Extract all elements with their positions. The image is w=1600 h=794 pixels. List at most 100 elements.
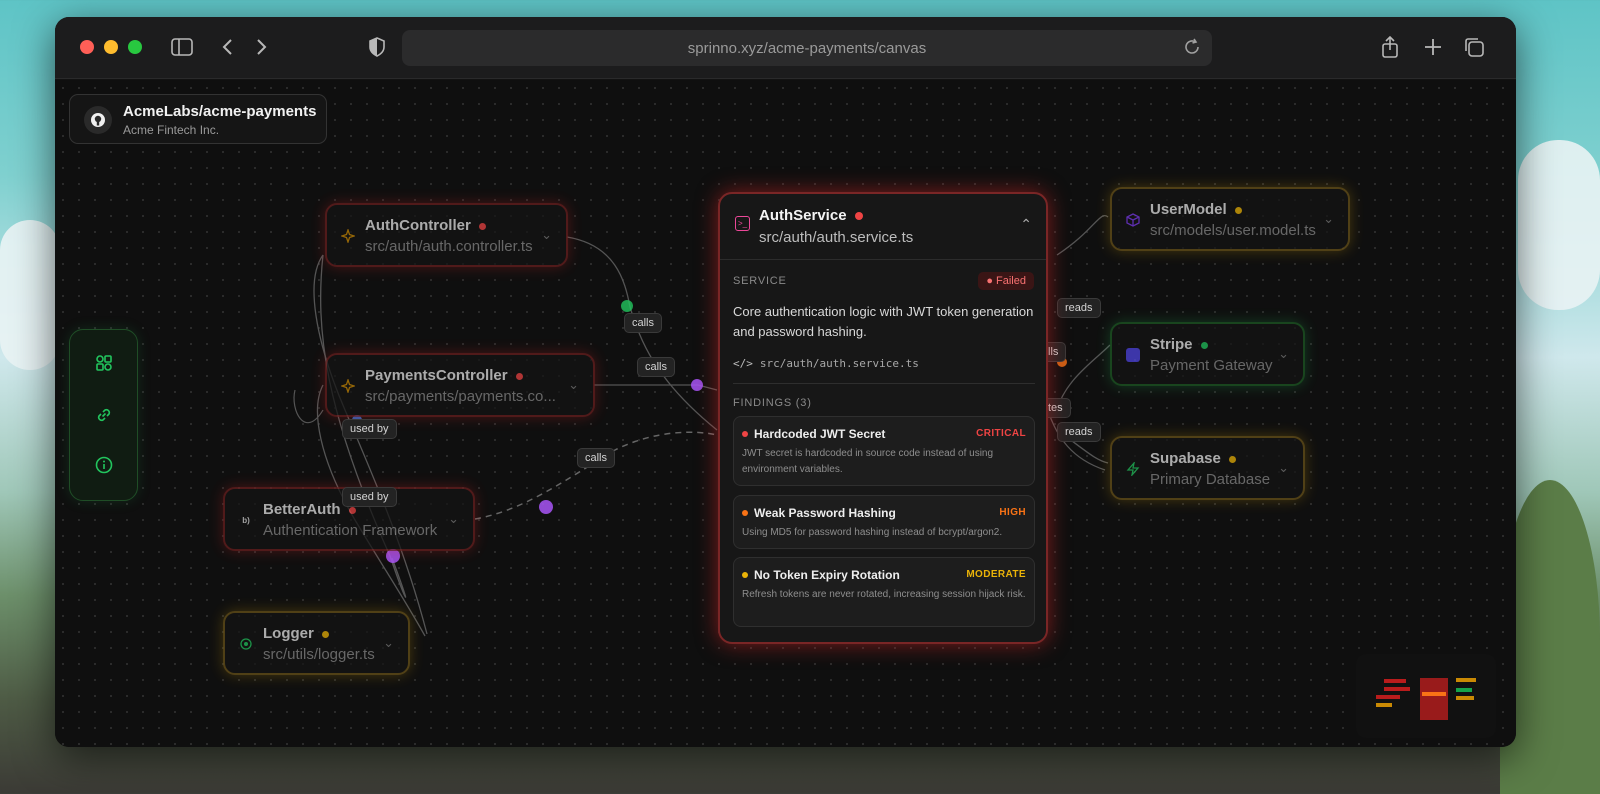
node-status-dot xyxy=(478,222,486,230)
node-path: src/payments/payments.co... xyxy=(365,388,556,405)
chevron-down-icon[interactable]: ⌄ xyxy=(568,377,579,393)
chevron-down-icon[interactable]: ⌄ xyxy=(448,511,459,527)
link-icon[interactable] xyxy=(92,403,116,427)
node-title: PaymentsController xyxy=(365,367,508,384)
finding-card[interactable]: Weak Password Hashing HIGH Using MD5 for… xyxy=(733,495,1035,549)
node-user-model[interactable]: UserModel src/models/user.model.ts ⌄ xyxy=(1110,187,1350,251)
chevron-down-icon[interactable]: ⌄ xyxy=(383,635,394,651)
divider xyxy=(733,383,1035,384)
chevron-down-icon[interactable]: ⌄ xyxy=(541,227,552,243)
browser-titlebar: sprinno.xyz/acme-payments/canvas xyxy=(55,17,1516,79)
finding-description: JWT secret is hardcoded in source code i… xyxy=(742,448,994,475)
minimap-mark xyxy=(1422,692,1446,696)
finding-title: Weak Password Hashing xyxy=(754,506,896,520)
reload-icon[interactable] xyxy=(1182,37,1202,61)
node-detail-panel: >_ AuthService src/auth/auth.service.ts … xyxy=(718,192,1048,644)
node-stripe[interactable]: Stripe Payment Gateway ⌄ xyxy=(1110,322,1305,386)
forward-icon[interactable] xyxy=(250,35,274,59)
canvas-toolbar xyxy=(69,329,138,501)
service-description: Core authentication logic with JWT token… xyxy=(733,304,1034,339)
back-icon[interactable] xyxy=(215,35,239,59)
node-status-dot xyxy=(1228,455,1236,463)
node-title: Supabase xyxy=(1150,450,1221,467)
chevron-down-icon[interactable]: ⌄ xyxy=(1278,346,1289,362)
node-path: src/auth/auth.controller.ts xyxy=(365,238,533,255)
graph-canvas[interactable]: AcmeLabs/acme-payments Acme Fintech Inc.… xyxy=(55,80,1516,747)
finding-card[interactable]: Hardcoded JWT Secret CRITICAL JWT secret… xyxy=(733,416,1035,486)
minimap-mark xyxy=(1376,703,1392,707)
node-path: Primary Database xyxy=(1150,471,1271,488)
status-dot xyxy=(854,212,863,221)
minimize-window-button[interactable] xyxy=(104,40,118,54)
minimap-mark xyxy=(1384,679,1406,683)
node-status-dot xyxy=(515,372,523,380)
edge-label: calls xyxy=(624,313,663,333)
minimap-mark xyxy=(1384,687,1410,691)
nodes-icon[interactable] xyxy=(92,351,116,375)
severity-label: HIGH xyxy=(999,507,1026,518)
node-auth-controller[interactable]: AuthController src/auth/auth.controller.… xyxy=(325,203,568,267)
supabase-icon xyxy=(1125,461,1141,477)
maximize-window-button[interactable] xyxy=(128,40,142,54)
minimap-mark xyxy=(1456,696,1474,700)
cube-icon xyxy=(1125,212,1141,228)
edge-label: calls xyxy=(577,448,616,468)
repository-card[interactable]: AcmeLabs/acme-payments Acme Fintech Inc. xyxy=(69,94,327,144)
node-status-dot xyxy=(348,506,356,514)
chevron-up-icon[interactable]: ⌃ xyxy=(1020,216,1032,233)
severity-dot xyxy=(742,510,748,516)
framework-icon: b) xyxy=(242,515,250,525)
detail-title: AuthService xyxy=(759,207,847,224)
severity-label: CRITICAL xyxy=(976,428,1026,439)
minimap-mark xyxy=(1420,678,1448,720)
minimap-mark xyxy=(1376,695,1400,699)
address-bar[interactable]: sprinno.xyz/acme-payments/canvas xyxy=(402,30,1212,66)
organization-name: Acme Fintech Inc. xyxy=(123,123,220,137)
info-icon[interactable] xyxy=(92,453,116,477)
edge-label: used by xyxy=(342,487,397,507)
detail-header[interactable]: >_ AuthService src/auth/auth.service.ts … xyxy=(720,194,1046,260)
sidebar-toggle-icon[interactable] xyxy=(170,35,194,59)
repository-name: AcmeLabs/acme-payments xyxy=(123,103,317,120)
node-payments-controller[interactable]: PaymentsController src/payments/payments… xyxy=(325,353,595,417)
node-path: Payment Gateway xyxy=(1150,357,1273,374)
finding-title: Hardcoded JWT Secret xyxy=(754,427,886,441)
browser-window: sprinno.xyz/acme-payments/canvas AcmeLab… xyxy=(55,17,1516,747)
controller-icon xyxy=(340,378,356,394)
finding-description: Using MD5 for password hashing instead o… xyxy=(742,527,1003,538)
new-tab-icon[interactable] xyxy=(1421,35,1445,59)
minimap-mark xyxy=(1456,688,1472,692)
edge-label: used by xyxy=(342,419,397,439)
edge-label: reads xyxy=(1057,298,1101,318)
edge-label: calls xyxy=(637,357,676,377)
severity-dot xyxy=(742,572,748,578)
chevron-down-icon[interactable]: ⌄ xyxy=(1323,211,1334,227)
node-title: Logger xyxy=(263,625,314,642)
github-icon xyxy=(84,106,112,134)
finding-title: No Token Expiry Rotation xyxy=(754,568,900,582)
node-path: Authentication Framework xyxy=(263,522,438,539)
status-badge: ● Failed xyxy=(978,272,1034,290)
node-status-dot xyxy=(1200,341,1208,349)
node-title: UserModel xyxy=(1150,201,1227,218)
finding-description: Refresh tokens are never rotated, increa… xyxy=(742,589,1026,600)
node-title: Stripe xyxy=(1150,336,1193,353)
tabs-overview-icon[interactable] xyxy=(1462,35,1486,59)
finding-card[interactable]: No Token Expiry Rotation MODERATE Refres… xyxy=(733,557,1035,627)
edge-label: reads xyxy=(1057,422,1101,442)
background-cloud xyxy=(1518,140,1600,310)
node-logger[interactable]: Logger src/utils/logger.ts ⌄ xyxy=(223,611,410,675)
minimap-mark xyxy=(1456,678,1476,682)
chevron-down-icon[interactable]: ⌄ xyxy=(1278,460,1289,476)
close-window-button[interactable] xyxy=(80,40,94,54)
share-icon[interactable] xyxy=(1378,35,1402,59)
detail-path: src/auth/auth.service.ts xyxy=(759,229,914,246)
node-path: src/utils/logger.ts xyxy=(263,646,375,663)
node-supabase[interactable]: Supabase Primary Database ⌄ xyxy=(1110,436,1305,500)
minimap[interactable] xyxy=(1356,654,1496,738)
url-text: sprinno.xyz/acme-payments/canvas xyxy=(687,39,927,57)
node-status-dot xyxy=(321,630,329,638)
background-cloud xyxy=(0,220,60,370)
source-path[interactable]: </> src/auth/auth.service.ts xyxy=(733,357,919,370)
shield-icon[interactable] xyxy=(365,35,389,59)
